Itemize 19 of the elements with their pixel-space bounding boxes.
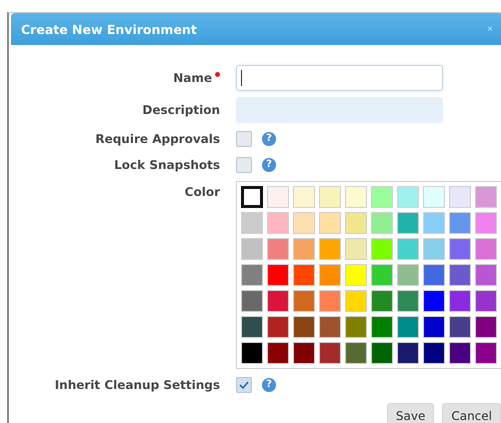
option-label: Inherit Cleanup Settings [54,378,220,392]
color-label: Color [184,185,220,199]
checkbox[interactable] [236,157,252,173]
save-button[interactable]: Save [386,403,434,423]
color-swatch[interactable] [241,186,263,208]
check-icon [238,379,250,391]
help-icon[interactable]: ? [262,378,276,392]
option-label: Lock Snapshots [114,158,220,172]
option-label: Require Approvals [95,132,220,146]
help-icon[interactable]: ? [262,132,276,146]
checkbox[interactable] [236,377,252,393]
field-label: Description [142,103,220,117]
close-button[interactable]: × [487,24,493,34]
input-field[interactable] [236,65,443,91]
dialog-title: Create New Environment [21,22,197,36]
field-label: Name [173,71,212,85]
cancel-button[interactable]: Cancel [442,403,501,423]
help-icon[interactable]: ? [262,158,276,172]
checkbox[interactable] [236,131,252,147]
